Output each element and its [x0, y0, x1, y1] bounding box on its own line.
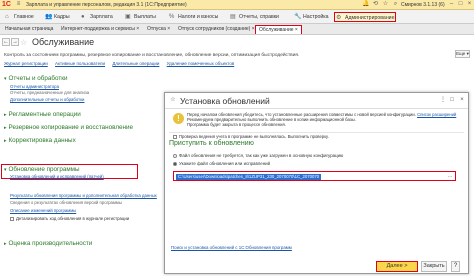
maximize-icon[interactable]: □	[448, 96, 456, 104]
people-icon: 👥	[45, 14, 53, 20]
option-already-loaded[interactable]: Файл обновления не требуется, так как уж…	[173, 153, 343, 158]
expand-icon: ▸	[4, 138, 7, 144]
option-specify-file[interactable]: Укажите файл обновления или исправлений	[173, 161, 270, 166]
close-icon[interactable]: ×	[458, 96, 466, 104]
help-button[interactable]: ?	[451, 261, 460, 272]
page-title: Обслуживание	[32, 37, 95, 47]
backup-check-line: Проверка ведения учета в программе не вы…	[173, 134, 329, 139]
expand-icon: ▸	[4, 241, 7, 247]
app-title: Зарплата и управление персоналом, редакц…	[26, 2, 187, 8]
maximize-icon[interactable]: □	[457, 1, 464, 8]
warning-icon: !	[173, 113, 184, 124]
link-delete-marked[interactable]: Удаление помеченных объектов	[167, 61, 235, 66]
more-icon[interactable]: ⋮	[439, 96, 447, 104]
more-button[interactable]: Еще ▾	[455, 50, 470, 58]
link-event-log[interactable]: Журнал регистрации	[4, 61, 48, 66]
update-results-hint: Сведения о результатах обновления версий…	[10, 200, 122, 205]
separator	[169, 132, 464, 133]
link-additional-reports[interactable]: Дополнительные отчеты и обработки	[10, 97, 84, 102]
link-update-results[interactable]: Результаты обновления программы и дополн…	[10, 193, 157, 198]
section-administration[interactable]: ⚙ Администрирование	[334, 12, 396, 22]
folder-browse-icon[interactable]: …	[446, 173, 454, 179]
radio-icon	[173, 153, 177, 158]
app-title-bar: 1С ≡ Зарплата и управление персоналом, р…	[0, 0, 474, 10]
page-header: ← → ☆ Обслуживание	[0, 36, 474, 50]
collapse-icon: ▾	[4, 76, 7, 82]
proceed-heading: Приступить к обновлению	[169, 140, 254, 147]
close-button[interactable]: Закрыть	[421, 261, 447, 272]
close-icon[interactable]: ×	[466, 1, 473, 8]
open-windows-bar: Начальная страница Интернет-поддержка и …	[0, 24, 474, 35]
tab-internet-support[interactable]: Интернет-поддержка и сервисы ×	[58, 25, 142, 34]
extensions-list-link[interactable]: Список расширений	[417, 112, 456, 117]
page-description: Контроль за состоянием программы, резерв…	[4, 53, 300, 58]
group-backup[interactable]: ▸ Резервное копирование и восстановление	[4, 124, 133, 131]
search-icon[interactable]: ⌕	[392, 1, 399, 8]
tab-maintenance[interactable]: Обслуживание ×	[255, 25, 302, 34]
collapse-icon: ▾	[4, 167, 7, 173]
dialog-title: Установка обновлений	[180, 96, 270, 106]
sections-panel: ⌂ Главное 👥 Кадры ● Зарплата ▣ Выплаты % Нало…	[0, 10, 474, 24]
back-button[interactable]: ←	[2, 38, 10, 46]
section-reports[interactable]: ▤ Отчеты, справки	[229, 12, 279, 22]
tab-vacations[interactable]: Отпуска ×	[144, 25, 173, 34]
group-performance[interactable]: ▸ Оценка производительности	[4, 240, 92, 247]
group-reports[interactable]: ▾ Отчеты и обработки	[4, 75, 68, 82]
expand-icon: ▸	[4, 125, 7, 131]
wrench-icon: 🔧	[294, 14, 302, 20]
link-install-updates[interactable]: Установка обновлений и исправлений (патч…	[10, 174, 104, 179]
group-scheduled-ops[interactable]: ▸ Регламентные операции	[4, 111, 81, 118]
update-file-path-field[interactable]: C:\Users\user\Downloads\patches_8\1ZUP31…	[173, 171, 456, 181]
tab-employee-vacation[interactable]: Отпуск сотрудников (создание) ×	[175, 25, 258, 34]
link-change-description[interactable]: Описание изменений программы	[10, 208, 76, 213]
section-salary[interactable]: ● Зарплата	[80, 12, 113, 22]
file-path-value: C:\Users\user\Downloads\patches_8\1ZUP31…	[176, 173, 322, 180]
tax-icon: %	[169, 14, 175, 20]
dialog-title-bar: ☆ Установка обновлений ⋮ □ ×	[165, 93, 468, 109]
group-program-update[interactable]: ▾ Обновление программы	[4, 166, 80, 173]
favorite-star-icon[interactable]: ☆	[20, 38, 27, 47]
favorite-star-icon[interactable]: ☆	[169, 96, 177, 104]
section-main[interactable]: ⌂ Главное	[4, 12, 34, 22]
history-icon[interactable]: ⟲	[372, 1, 379, 8]
tab-home[interactable]: Начальная страница	[2, 25, 56, 34]
menu-icon[interactable]: ≡	[15, 1, 22, 8]
checkbox-icon	[10, 216, 14, 221]
report-icon: ▤	[230, 14, 236, 20]
search-updates-link[interactable]: Поиск и установка обновлений с 1С:Обновл…	[171, 245, 292, 250]
warning-line-3: Программа будет закрыта в процессе обнов…	[187, 122, 286, 127]
group-data-correction[interactable]: ▸ Корректировка данных	[4, 137, 76, 144]
coins-icon: ●	[81, 14, 85, 20]
section-payments[interactable]: ▣ Выплаты	[124, 12, 156, 22]
link-active-users[interactable]: Активные пользователи	[55, 61, 105, 66]
section-settings[interactable]: 🔧 Настройка	[293, 12, 329, 22]
next-button[interactable]: Далее >	[376, 261, 418, 272]
section-taxes[interactable]: % Налоги и взносы	[168, 12, 218, 22]
gear-icon: ⚙	[336, 15, 342, 21]
quick-links: Журнал регистрации Активные пользователи…	[4, 61, 240, 66]
detail-log-checkbox[interactable]: Детализировать ход обновления в журнале …	[10, 216, 129, 221]
expand-icon: ▸	[4, 112, 7, 118]
reports-hint: Отчеты, предназначенные для анализа	[10, 90, 90, 95]
section-hr[interactable]: 👥 Кадры	[44, 12, 70, 22]
home-icon: ⌂	[5, 14, 9, 20]
minimize-icon[interactable]: –	[448, 1, 455, 8]
checkbox-icon[interactable]	[173, 134, 177, 139]
install-updates-dialog: ☆ Установка обновлений ⋮ □ × ! Перед нач…	[164, 92, 469, 274]
forward-button[interactable]: →	[11, 38, 19, 46]
link-admin-reports[interactable]: Отчеты администратора	[10, 84, 59, 89]
link-long-operations[interactable]: Длительные операции	[112, 61, 159, 66]
star-icon[interactable]: ☆	[382, 1, 389, 8]
bell-icon[interactable]: 🔔	[362, 1, 369, 8]
current-user[interactable]: Смирнов 3.1.13 (6)	[401, 2, 445, 8]
radio-selected-icon	[173, 161, 177, 166]
wallet-icon: ▣	[125, 14, 131, 20]
